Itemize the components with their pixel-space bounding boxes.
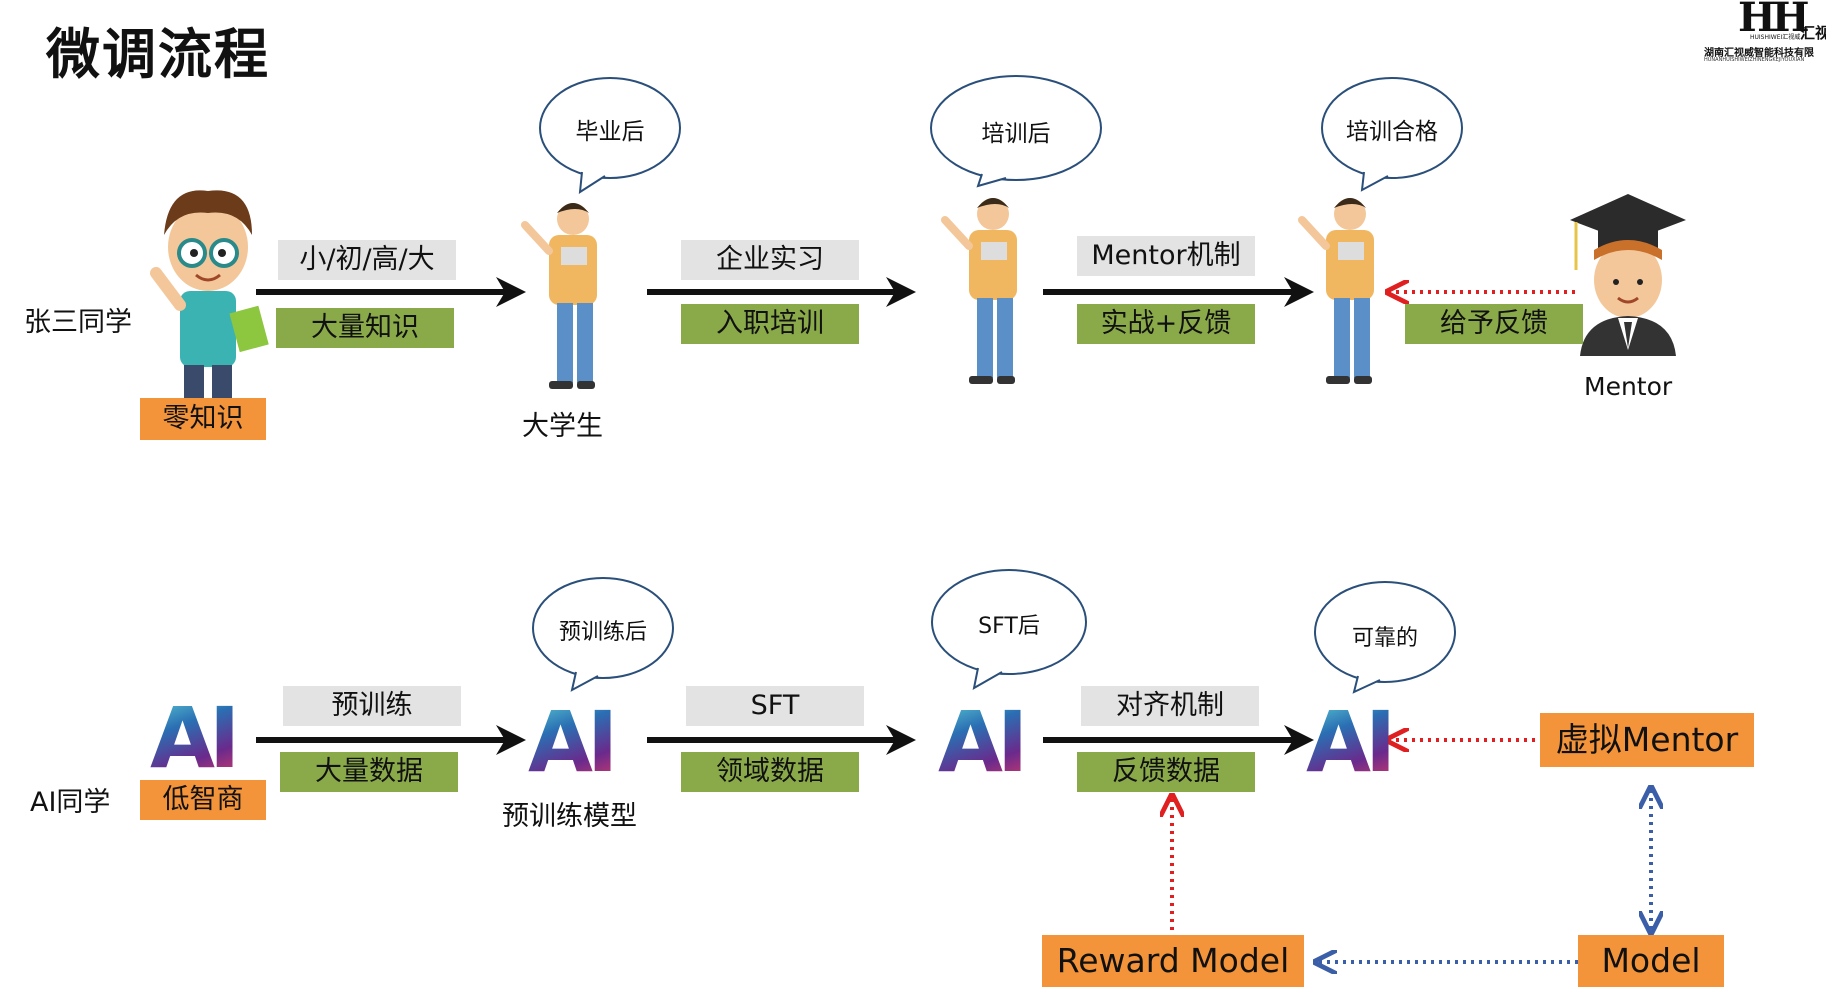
row-label-ai: AI同学 [30, 787, 111, 818]
pretrained-model-label: 预训练模型 [502, 801, 637, 832]
qualified-figure-icon [1298, 198, 1374, 384]
step-top-3-green: 实战+反馈 [1077, 304, 1255, 344]
model-box: Model [1578, 935, 1724, 987]
reward-model-box: Reward Model [1042, 935, 1304, 987]
mentor-label: Mentor [1584, 372, 1673, 401]
student-figure-icon [521, 203, 597, 389]
bubble-bottom-3-text: 可靠的 [1351, 626, 1418, 651]
bubble-top-3-text: 培训合格 [1346, 119, 1438, 145]
step-bottom-3-grey: 对齐机制 [1081, 686, 1259, 726]
feedback-label: 给予反馈 [1405, 304, 1583, 344]
start-badge-zero-knowledge: 零知识 [140, 398, 266, 440]
bubble-bottom-1-text: 预训练后 [558, 620, 647, 645]
mentor-figure-icon [1570, 194, 1686, 356]
step-top-1-grey: 小/初/高/大 [278, 240, 456, 280]
bubble-top-1-text: 毕业后 [575, 119, 645, 145]
row-label-zhangsan: 张三同学 [24, 307, 132, 338]
diagram-canvas [150, 75, 1686, 1008]
bubble-top-2-text: 培训后 [981, 121, 1051, 147]
step-bottom-2-green: 领域数据 [681, 752, 859, 792]
ai-logo-start-icon: AI [150, 689, 240, 787]
ai-logo-pretrained-icon: AI [528, 693, 618, 791]
step-bottom-1-grey: 预训练 [283, 686, 461, 726]
ai-logo-sft-icon: AI [938, 693, 1028, 791]
step-top-2-grey: 企业实习 [681, 240, 859, 280]
step-top-1-green: 大量知识 [276, 308, 454, 348]
kid-figure-icon [150, 190, 269, 411]
virtual-mentor-box: 虚拟Mentor [1540, 713, 1754, 767]
step-bottom-3-green: 反馈数据 [1077, 752, 1255, 792]
step-top-2-green: 入职培训 [681, 304, 859, 344]
student-label: 大学生 [522, 411, 603, 442]
step-top-3-grey: Mentor机制 [1077, 236, 1255, 276]
step-bottom-1-green: 大量数据 [280, 752, 458, 792]
trained-figure-icon [941, 198, 1017, 384]
step-bottom-2-grey: SFT [686, 686, 864, 726]
ai-logo-reliable-icon: AI [1306, 693, 1396, 791]
bubble-bottom-2-text: SFT后 [978, 614, 1040, 639]
